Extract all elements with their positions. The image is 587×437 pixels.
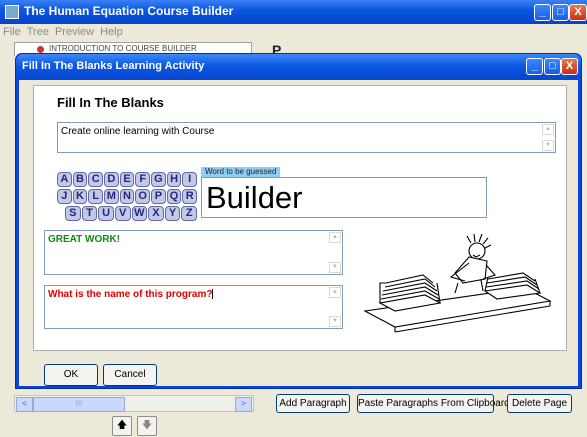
letter-button[interactable]: F — [135, 172, 151, 187]
dialog-minimize-button[interactable]: _ — [526, 58, 543, 75]
letter-button[interactable]: Z — [181, 206, 197, 221]
activity-heading: Fill In The Blanks — [57, 95, 164, 110]
letter-button[interactable]: H — [166, 172, 182, 187]
letter-button[interactable]: M — [104, 189, 119, 204]
menu-bar: File Tree Preview Help — [0, 24, 587, 42]
stressed-worker-illustration — [363, 233, 552, 333]
horizontal-scrollbar[interactable]: < III > — [14, 395, 254, 412]
cancel-button[interactable]: Cancel — [103, 364, 157, 386]
app-title: The Human Equation Course Builder — [24, 4, 234, 18]
letter-button[interactable]: O — [135, 189, 151, 204]
prompt-text-field[interactable]: Create online learning with Course ▲ ▼ — [57, 122, 556, 153]
maximize-button[interactable]: □ — [552, 4, 569, 21]
paste-paragraphs-button[interactable]: Paste Paragraphs From Clipboard — [357, 394, 510, 413]
letter-button[interactable]: N — [119, 189, 135, 204]
app-icon — [5, 5, 19, 19]
letter-button[interactable]: B — [72, 172, 88, 187]
tree-node-icon — [37, 46, 44, 53]
scroll-left-icon[interactable]: < — [16, 397, 33, 412]
letter-button[interactable]: Y — [164, 206, 181, 221]
letter-button[interactable]: J — [57, 189, 72, 204]
tree-item-label[interactable]: INTRODUCTION TO COURSE BUILDER — [49, 44, 197, 53]
letter-button[interactable]: R — [182, 189, 198, 204]
letter-buttons: A B C D E F G H I J K L M N O P Q R S T … — [57, 172, 198, 223]
move-up-button[interactable]: 🡅 — [112, 416, 132, 436]
word-label: Word to be guessed — [201, 167, 281, 177]
move-down-button[interactable]: 🡇 — [137, 416, 157, 436]
close-button[interactable]: X — [569, 4, 587, 21]
prompt-text: Create online learning with Course — [61, 126, 215, 137]
menu-preview[interactable]: Preview — [52, 24, 97, 38]
scroll-up-icon[interactable]: ▲ — [329, 232, 341, 243]
dialog-title-bar: Fill In The Blanks Learning Activity — [16, 54, 581, 80]
letter-button[interactable]: S — [65, 206, 81, 221]
minimize-button[interactable]: _ — [534, 4, 551, 21]
feedback-scrollbar[interactable]: ▲ ▼ — [329, 232, 341, 273]
letter-button[interactable]: L — [88, 189, 104, 204]
arrow-up-icon: 🡅 — [116, 420, 128, 431]
scroll-up-icon[interactable]: ▲ — [542, 124, 554, 135]
word-display: Builder — [201, 177, 487, 218]
ok-button[interactable]: OK — [44, 364, 98, 386]
letter-button[interactable]: C — [88, 172, 104, 187]
letter-button[interactable]: Q — [166, 189, 182, 204]
letter-button[interactable]: X — [148, 206, 164, 221]
menu-file[interactable]: File — [0, 24, 24, 38]
letter-button[interactable]: I — [182, 172, 198, 187]
letter-button[interactable]: D — [104, 172, 119, 187]
question-scrollbar[interactable]: ▲ ▼ — [329, 287, 341, 327]
scroll-down-icon[interactable]: ▼ — [542, 140, 554, 151]
scroll-down-icon[interactable]: ▼ — [329, 262, 341, 273]
question-text: What is the name of this program? — [48, 289, 213, 300]
letter-button[interactable]: T — [81, 206, 98, 221]
letter-button[interactable]: A — [57, 172, 72, 187]
letter-button[interactable]: K — [72, 189, 88, 204]
scroll-down-icon[interactable]: ▼ — [329, 316, 341, 327]
scroll-up-icon[interactable]: ▲ — [329, 287, 341, 298]
letter-button[interactable]: V — [114, 206, 131, 221]
prompt-scrollbar[interactable]: ▲ ▼ — [542, 124, 554, 151]
delete-page-button[interactable]: Delete Page — [507, 394, 572, 413]
letter-button[interactable]: G — [151, 172, 166, 187]
menu-tree[interactable]: Tree — [24, 24, 52, 38]
letter-button[interactable]: P — [151, 189, 166, 204]
menu-help[interactable]: Help — [97, 24, 126, 38]
feedback-text: GREAT WORK! — [48, 234, 121, 245]
dialog-maximize-button[interactable]: □ — [544, 58, 561, 75]
feedback-field[interactable]: GREAT WORK! ▲ ▼ — [44, 230, 343, 275]
letter-button[interactable]: E — [119, 172, 135, 187]
arrow-down-icon: 🡇 — [141, 420, 153, 431]
letter-button[interactable]: W — [131, 206, 148, 221]
letter-button[interactable]: U — [98, 206, 114, 221]
add-paragraph-button[interactable]: Add Paragraph — [276, 394, 350, 413]
scroll-right-icon[interactable]: > — [235, 397, 252, 412]
main-title-bar: The Human Equation Course Builder — [0, 0, 587, 24]
text-caret — [212, 289, 214, 300]
dialog-close-button[interactable]: X — [561, 58, 578, 75]
dialog-title: Fill In The Blanks Learning Activity — [22, 60, 205, 72]
scroll-thumb[interactable]: III — [33, 397, 125, 412]
question-field[interactable]: What is the name of this program? ▲ ▼ — [44, 285, 343, 329]
